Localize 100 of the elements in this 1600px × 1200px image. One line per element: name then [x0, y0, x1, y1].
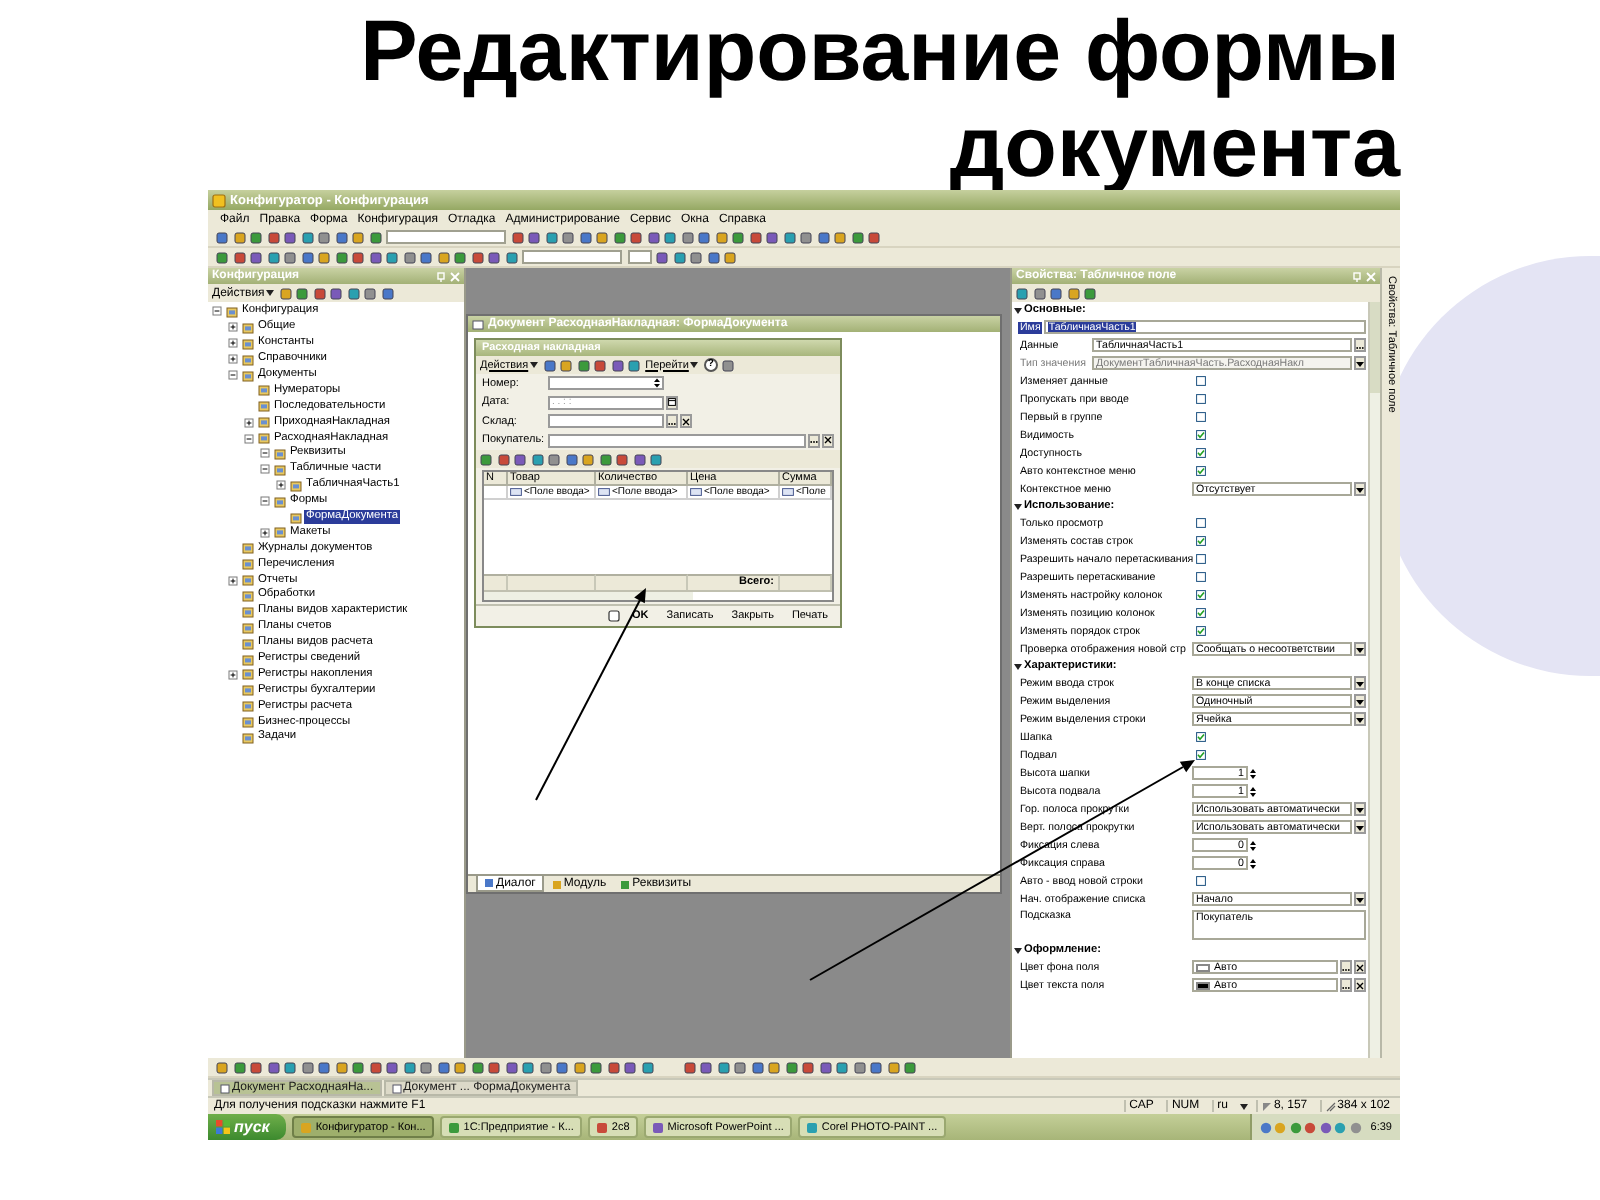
dropdown-button[interactable] [1354, 802, 1366, 816]
dropdown-button[interactable] [1354, 642, 1366, 656]
dropdown-button[interactable] [1354, 482, 1366, 496]
clear-button[interactable] [680, 414, 692, 429]
collapse-icon[interactable] [1014, 503, 1022, 509]
checkbox[interactable] [1196, 518, 1206, 528]
checkbox[interactable] [1196, 412, 1206, 422]
collapse-icon[interactable] [1014, 307, 1022, 313]
app-icon [595, 1121, 608, 1133]
tree-node-icon [273, 463, 285, 476]
checkbox[interactable] [1196, 376, 1206, 386]
dropdown-icon [1356, 645, 1364, 653]
dropdown-icon [1356, 895, 1364, 903]
collapse-icon[interactable] [1014, 947, 1022, 953]
dropdown-button[interactable] [1354, 820, 1366, 834]
windows-flag-icon [216, 1120, 230, 1134]
calendar-icon [668, 398, 676, 407]
dropdown-button[interactable] [1354, 694, 1366, 708]
spinner-icon[interactable] [1250, 785, 1256, 797]
expand-icon[interactable] [276, 480, 286, 491]
checkbox[interactable] [1196, 732, 1206, 742]
dropdown-icon [1356, 485, 1364, 493]
select-button[interactable] [1340, 978, 1352, 992]
caret-icon [690, 362, 699, 368]
toolbar-combo-field[interactable] [627, 250, 651, 264]
expand-icon[interactable] [228, 575, 238, 586]
select-button[interactable] [1354, 338, 1366, 352]
checkbox[interactable] [1196, 590, 1206, 600]
text-field-icon [690, 488, 702, 496]
tree-node-icon [241, 684, 253, 697]
clear-button[interactable] [1354, 978, 1366, 992]
expand-icon[interactable] [228, 322, 238, 333]
dropdown-icon [1356, 359, 1364, 367]
select-button[interactable] [1340, 960, 1352, 974]
checkbox[interactable] [1196, 608, 1206, 618]
dropdown-icon [1356, 679, 1364, 687]
resize-icon [1325, 1101, 1336, 1111]
expand-icon[interactable] [228, 354, 238, 365]
toolbar-combo-field[interactable] [386, 230, 506, 244]
checkbox[interactable] [1196, 466, 1206, 476]
checkbox[interactable] [1196, 626, 1206, 636]
expand-icon[interactable] [244, 417, 254, 428]
checkbox[interactable] [1196, 554, 1206, 564]
horizontal-scrollbar[interactable] [484, 590, 832, 600]
tree-node-icon [289, 479, 301, 492]
dropdown-icon [1356, 697, 1364, 705]
dropdown-icon [1356, 823, 1364, 831]
text-field-icon [782, 488, 794, 496]
dropdown-button[interactable] [1354, 356, 1366, 370]
clear-button[interactable] [822, 433, 834, 448]
checkbox[interactable] [1196, 572, 1206, 582]
tree-node-icon [241, 637, 253, 650]
app-icon [447, 1121, 460, 1133]
tab-icon [551, 879, 562, 889]
app-icon [805, 1121, 818, 1133]
toolbar-combo-field[interactable] [522, 250, 622, 264]
select-button[interactable] [808, 433, 820, 448]
dropdown-button[interactable] [1354, 712, 1366, 726]
form-icon [220, 1083, 230, 1093]
checkbox[interactable] [1196, 448, 1206, 458]
expand-icon[interactable] [228, 669, 238, 680]
tree-node-icon [289, 511, 301, 524]
dropdown-button[interactable] [1354, 676, 1366, 690]
clear-icon [824, 436, 832, 445]
table-footer-cell [780, 574, 832, 590]
expand-icon[interactable] [228, 338, 238, 349]
form-icon [608, 610, 621, 622]
checkbox[interactable] [1196, 750, 1206, 760]
input-field[interactable] [548, 433, 806, 448]
checkbox[interactable] [1196, 876, 1206, 886]
spinner-icon[interactable] [1250, 839, 1256, 851]
tree-node-icon [241, 542, 253, 555]
input-field[interactable] [548, 376, 664, 391]
input-field[interactable] [548, 414, 664, 429]
tree-node-icon [241, 605, 253, 618]
expand-icon[interactable] [260, 527, 270, 538]
clear-icon [1356, 963, 1364, 971]
checkbox[interactable] [1196, 430, 1206, 440]
form-icon [391, 1083, 402, 1093]
clear-button[interactable] [1354, 960, 1366, 974]
select-button[interactable] [666, 414, 678, 429]
tree-node-icon [257, 416, 269, 429]
clear-icon [1356, 981, 1364, 989]
calendar-button[interactable] [666, 395, 678, 410]
checkbox[interactable] [1196, 536, 1206, 546]
vertical-scrollbar[interactable] [1368, 302, 1380, 1058]
caret-icon [530, 362, 539, 368]
spinner-icon [654, 378, 660, 389]
tab-icon [484, 878, 494, 888]
spinner-icon[interactable] [1250, 857, 1256, 869]
spinner-icon[interactable] [1250, 767, 1256, 779]
dropdown-button[interactable] [1354, 892, 1366, 906]
collapse-icon[interactable] [1014, 663, 1022, 669]
tree-node-icon [225, 305, 237, 318]
checkbox[interactable] [1196, 394, 1206, 404]
tree-node-icon [257, 432, 269, 445]
tab-icon [620, 879, 631, 889]
tree-node-icon [241, 700, 253, 713]
clear-icon [682, 417, 690, 426]
toolbar-icon[interactable] [722, 359, 735, 371]
